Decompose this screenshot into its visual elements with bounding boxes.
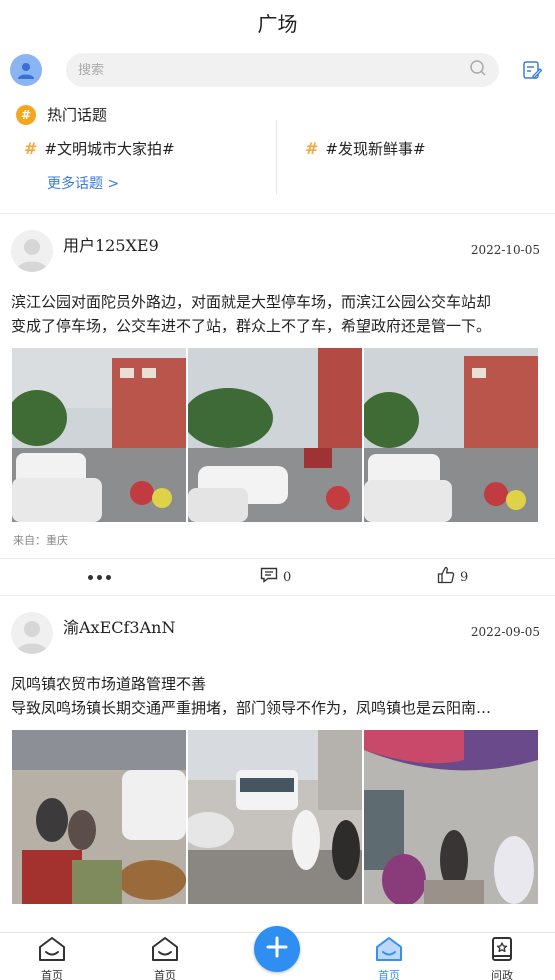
post-text-line: 凤鸣镇农贸市场道路管理不善 xyxy=(11,675,207,693)
post-text[interactable]: 滨江公园对面陀员外路边，对面就是大型停车场，而滨江公园公交车站却 变成了停车场，… xyxy=(0,276,555,338)
topic-item[interactable]: # #文明城市大家拍# xyxy=(24,138,175,159)
plaza-page: 广场 # 热门话题 # #文明城市大家拍# # #发现新鲜事# 更多话题 xyxy=(0,0,555,980)
post-text-line: 导致凤鸣场镇长期交通严重拥堵，部门领导不作为，凤鸣镇也是云阳南… xyxy=(11,699,492,717)
default-avatar-icon[interactable] xyxy=(11,612,53,654)
post-location: 来自：重庆 xyxy=(13,534,68,547)
post-photo[interactable] xyxy=(12,730,186,904)
post-photo[interactable] xyxy=(188,730,362,904)
post-photo[interactable] xyxy=(12,348,186,522)
post-card: 用户125XE9 2022-10-05 滨江公园对面陀员外路边，对面就是大型停车… xyxy=(0,214,555,596)
comment-button[interactable]: 0 xyxy=(260,567,291,587)
comment-count: 0 xyxy=(283,569,292,585)
hot-topics-section: # 热门话题 # #文明城市大家拍# # #发现新鲜事# 更多话题 > xyxy=(0,96,555,214)
tab-home-active[interactable]: 首页 xyxy=(359,936,419,980)
edit-icon[interactable] xyxy=(521,59,543,81)
search-icon[interactable] xyxy=(469,59,487,81)
post-header: 用户125XE9 2022-10-05 xyxy=(0,214,555,276)
page-title: 广场 xyxy=(257,11,298,36)
post-photo[interactable] xyxy=(188,348,362,522)
plus-icon xyxy=(265,935,289,963)
tab-home[interactable]: 首页 xyxy=(22,936,82,980)
bottom-tab-bar: 首页 首页 首页 问政 xyxy=(0,926,555,980)
post-date: 2022-09-05 xyxy=(470,625,540,639)
post-text[interactable]: 凤鸣镇农贸市场道路管理不善 导致凤鸣场镇长期交通严重拥堵，部门领导不作为，凤鸣镇… xyxy=(0,658,555,720)
tab-label: 首页 xyxy=(41,969,63,980)
more-topics-link[interactable]: 更多话题 > xyxy=(47,173,119,193)
home-icon xyxy=(151,936,179,966)
like-count: 9 xyxy=(460,569,469,585)
post-username[interactable]: 渝AxECf3AnN xyxy=(63,614,175,638)
search-input[interactable] xyxy=(78,62,469,78)
hot-topics-header: # 热门话题 xyxy=(16,104,107,125)
user-avatar-icon[interactable] xyxy=(10,54,42,86)
tab-wenzheng[interactable]: 问政 xyxy=(472,936,532,980)
tab-label: 问政 xyxy=(491,969,513,980)
add-post-button[interactable] xyxy=(254,926,300,972)
post-text-line: 变成了停车场，公交车进不了站，群众上不了车，希望政府还是管一下。 xyxy=(11,317,492,335)
hash-icon: # xyxy=(305,139,319,158)
post-photos xyxy=(0,720,555,904)
post-header: 渝AxECf3AnN 2022-09-05 xyxy=(0,596,555,658)
topic-item[interactable]: # #发现新鲜事# xyxy=(305,138,426,159)
post-actions: 0 9 xyxy=(0,558,555,596)
topic-label: #发现新鲜事# xyxy=(325,140,426,158)
post-text-line: 滨江公园对面陀员外路边，对面就是大型停车场，而滨江公园公交车站却 xyxy=(11,293,492,311)
book-icon xyxy=(489,936,515,966)
post-username[interactable]: 用户125XE9 xyxy=(63,232,159,256)
hot-topics-title: 热门话题 xyxy=(47,106,108,124)
like-icon xyxy=(437,566,455,588)
post-photos xyxy=(0,338,555,522)
search-row xyxy=(0,44,555,96)
post-card: 渝AxECf3AnN 2022-09-05 凤鸣镇农贸市场道路管理不善 导致凤鸣… xyxy=(0,596,555,904)
post-photo[interactable] xyxy=(364,730,538,904)
like-button[interactable]: 9 xyxy=(437,566,468,588)
post-date: 2022-10-05 xyxy=(470,243,540,257)
topic-label: #文明城市大家拍# xyxy=(44,140,175,158)
home-icon xyxy=(38,936,66,966)
tab-home[interactable]: 首页 xyxy=(135,936,195,980)
title-bar: 广场 xyxy=(0,0,555,44)
post-photo[interactable] xyxy=(364,348,538,522)
home-icon xyxy=(374,936,404,966)
tab-label: 首页 xyxy=(154,969,176,980)
default-avatar-icon[interactable] xyxy=(11,230,53,272)
more-dots-icon[interactable] xyxy=(88,574,111,580)
divider xyxy=(276,120,277,194)
search-box[interactable] xyxy=(66,53,499,87)
hash-icon: # xyxy=(16,104,36,125)
hash-icon: # xyxy=(24,139,38,158)
comment-icon xyxy=(260,567,278,587)
tab-label: 首页 xyxy=(378,969,400,980)
